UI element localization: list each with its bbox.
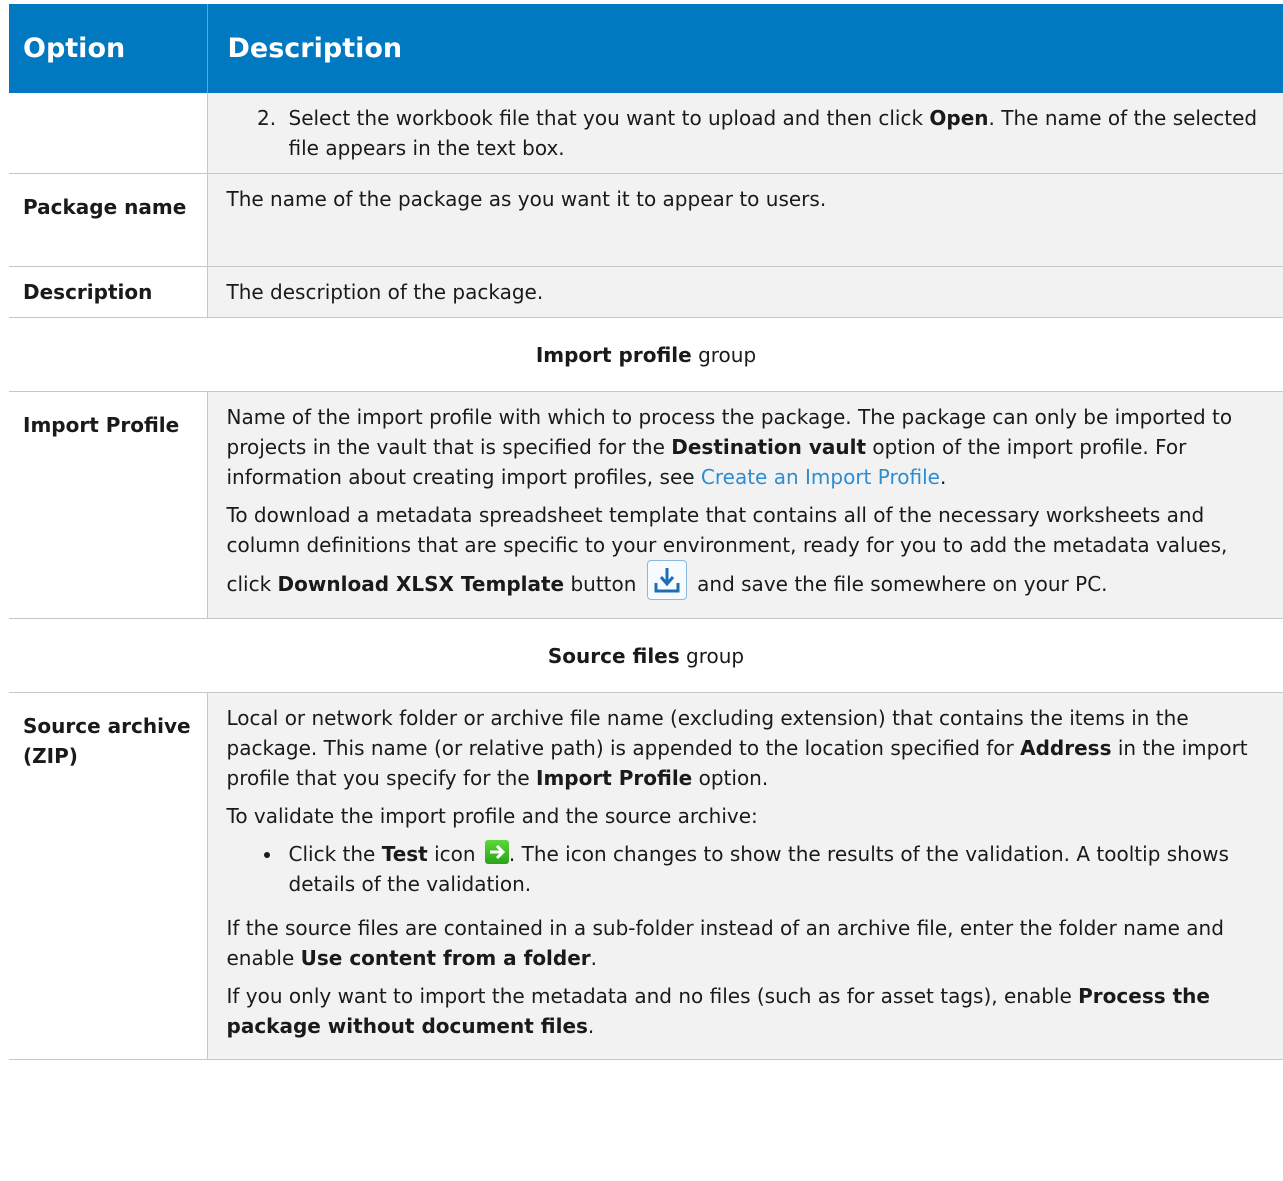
- bullet-list: Click the Test icon . The icon changes t…: [227, 839, 1270, 899]
- description-cell: Select the workbook file that you want t…: [207, 93, 1283, 174]
- option-cell: [9, 93, 208, 174]
- test-arrow-icon: [484, 840, 509, 864]
- paragraph: Local or network folder or archive file …: [227, 703, 1270, 793]
- numbered-list: Select the workbook file that you want t…: [227, 103, 1270, 163]
- create-import-profile-link[interactable]: Create an Import Profile: [701, 465, 940, 489]
- description-cell: Name of the import profile with which to…: [207, 391, 1283, 619]
- text: .: [939, 465, 947, 489]
- text: If you only want to import the metadata …: [226, 984, 1079, 1008]
- group-heading: Import profile group: [9, 317, 1283, 392]
- text: .: [590, 946, 598, 970]
- description-cell: The description of the package.: [207, 266, 1283, 318]
- text: and save the file somewhere on your PC.: [690, 572, 1108, 596]
- download-icon: [646, 560, 687, 600]
- text: .: [587, 1014, 595, 1038]
- group-row: Import profile group: [9, 317, 1283, 392]
- group-row: Source files group: [9, 618, 1283, 693]
- group-title: Import profile: [535, 342, 692, 367]
- paragraph: Name of the import profile with which to…: [227, 402, 1270, 492]
- text: option.: [692, 766, 769, 790]
- table-row: Description The description of the packa…: [9, 266, 1283, 318]
- option-column-header: Option: [9, 4, 208, 93]
- destination-vault-term: Destination vault: [671, 435, 867, 459]
- download-template-term: Download XLSX Template: [277, 572, 565, 596]
- option-cell: Package name: [9, 173, 208, 267]
- group-suffix: group: [691, 342, 757, 367]
- option-cell: Description: [9, 266, 208, 318]
- open-term: Open: [929, 106, 989, 130]
- use-content-term: Use content from a folder: [300, 946, 591, 970]
- text: button: [564, 572, 643, 596]
- list-item: Click the Test icon . The icon changes t…: [283, 839, 1270, 899]
- description-cell: The name of the package as you want it t…: [207, 173, 1283, 267]
- option-cell: Import Profile: [9, 391, 208, 619]
- text: Click the: [288, 842, 382, 866]
- table-row: Package name The name of the package as …: [9, 173, 1283, 267]
- paragraph: If you only want to import the metadata …: [227, 981, 1270, 1041]
- table-row: Select the workbook file that you want t…: [9, 93, 1283, 174]
- table-header-row: Option Description: [9, 4, 1283, 93]
- group-title: Source files: [547, 643, 680, 668]
- option-cell: Source archive (ZIP): [9, 692, 208, 1060]
- paragraph: To validate the import profile and the s…: [226, 804, 758, 828]
- description-column-header: Description: [207, 4, 1283, 93]
- text: icon: [427, 842, 482, 866]
- address-term: Address: [1020, 736, 1112, 760]
- description-cell: Local or network folder or archive file …: [207, 692, 1283, 1060]
- table-row: Source archive (ZIP) Local or network fo…: [9, 692, 1283, 1060]
- paragraph: To download a metadata spreadsheet templ…: [227, 500, 1270, 600]
- test-term: Test: [381, 842, 428, 866]
- table-row: Import Profile Name of the import profil…: [9, 391, 1283, 619]
- paragraph: If the source files are contained in a s…: [227, 913, 1270, 973]
- group-heading: Source files group: [9, 618, 1283, 693]
- list-item: Select the workbook file that you want t…: [283, 103, 1270, 163]
- group-suffix: group: [679, 643, 745, 668]
- options-table: Option Description Select the workbook f…: [9, 4, 1283, 1060]
- step-text: Select the workbook file that you want t…: [288, 106, 930, 130]
- import-profile-term: Import Profile: [536, 766, 693, 790]
